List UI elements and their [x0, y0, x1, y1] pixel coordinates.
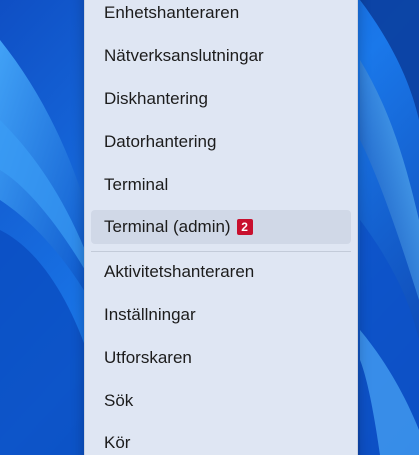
- menu-item-terminal[interactable]: Terminal: [91, 168, 351, 202]
- step-badge: 2: [236, 219, 253, 235]
- menu-item-label: Enhetshanteraren: [104, 3, 240, 22]
- menu-item-label: Kör: [104, 433, 131, 452]
- menu-item-label: Terminal: [104, 175, 169, 194]
- menu-item-settings[interactable]: Inställningar: [91, 298, 351, 332]
- menu-item-label: Sök: [104, 391, 134, 410]
- menu-item-disk-management[interactable]: Diskhantering: [91, 82, 351, 116]
- menu-item-label: Nätverksanslutningar: [104, 46, 264, 65]
- menu-item-file-explorer[interactable]: Utforskaren: [91, 341, 351, 375]
- menu-item-task-manager[interactable]: Aktivitetshanteraren: [91, 255, 351, 289]
- menu-item-label: Diskhantering: [104, 89, 208, 108]
- menu-item-label: Aktivitetshanteraren: [104, 262, 255, 281]
- menu-item-label: Utforskaren: [104, 348, 192, 367]
- menu-item-terminal-admin[interactable]: Terminal (admin) 2: [91, 210, 351, 244]
- menu-item-label: Datorhantering: [104, 132, 217, 151]
- menu-item-search[interactable]: Sök: [91, 384, 351, 418]
- menu-separator: [91, 251, 351, 252]
- menu-item-network-connections[interactable]: Nätverksanslutningar: [91, 39, 351, 73]
- menu-item-computer-management[interactable]: Datorhantering: [91, 125, 351, 159]
- winx-context-menu: Enhetshanteraren Nätverksanslutningar Di…: [84, 0, 358, 455]
- menu-item-run[interactable]: Kör: [91, 426, 351, 455]
- menu-item-device-manager[interactable]: Enhetshanteraren: [91, 0, 351, 30]
- menu-item-label: Inställningar: [104, 305, 196, 324]
- menu-item-label: Terminal (admin): [104, 217, 231, 236]
